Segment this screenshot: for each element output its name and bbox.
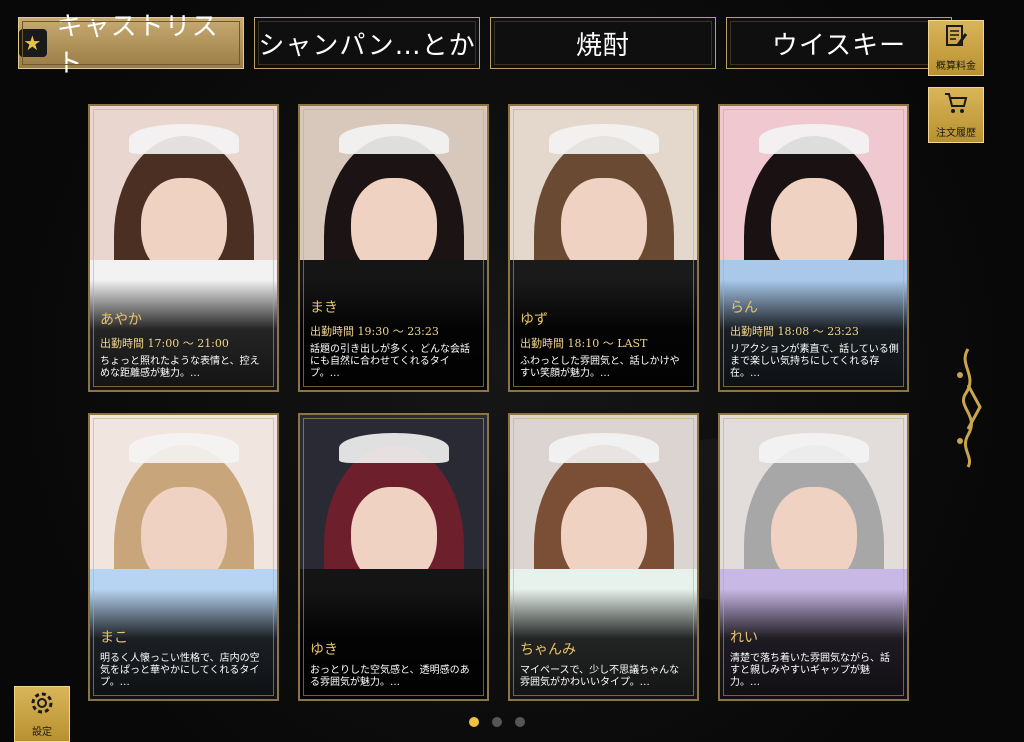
cast-card[interactable]: ゆず 出勤時間 18:10 〜 LAST ふわっとした雰囲気と、話しかけやすい笑…: [508, 104, 699, 392]
cast-card[interactable]: ちゃんみ マイペースで、少し不思議ちゃんな雰囲気がかわいいタイプ。…: [508, 413, 699, 701]
cast-name: ちゃんみ: [520, 642, 576, 658]
estimate-fee-button[interactable]: 概算料金: [928, 20, 984, 76]
cast-description: ふわっとした雰囲気と、話しかけやすい笑顔が魅力。…: [520, 356, 680, 379]
tab-label: シャンパン…とか: [258, 30, 476, 61]
settings-button[interactable]: 設定: [14, 686, 70, 742]
next-page-ornament-icon[interactable]: [952, 345, 984, 470]
cast-hours: 出勤時間 17:00 〜 21:00: [100, 337, 229, 350]
tab-shochu[interactable]: 焼酎: [490, 17, 716, 69]
page-dot-2[interactable]: [492, 717, 502, 727]
cast-card[interactable]: らん 出勤時間 18:08 〜 23:23 リアクションが素直で、話している側ま…: [718, 104, 909, 392]
cast-hours: 出勤時間 18:10 〜 LAST: [520, 337, 648, 350]
gear-icon: [28, 689, 56, 723]
cast-hours: 出勤時間 19:30 〜 23:23: [310, 325, 439, 338]
tab-champagne[interactable]: シャンパン…とか: [254, 17, 480, 69]
order-history-label: 注文履歴: [936, 128, 976, 139]
cast-description: 話題の引き出しが多く、どんな会話にも自然に合わせてくれるタイプ。…: [310, 344, 470, 379]
document-pen-icon: [943, 23, 969, 55]
settings-label: 設定: [32, 727, 52, 738]
cast-card[interactable]: まき 出勤時間 19:30 〜 23:23 話題の引き出しが多く、どんな会話にも…: [298, 104, 489, 392]
page-dot-1[interactable]: [469, 717, 479, 727]
tab-label: 焼酎: [575, 30, 630, 61]
cast-hours: 出勤時間 18:08 〜 23:23: [730, 325, 859, 338]
cast-name: らん: [730, 300, 758, 316]
cast-description: ちょっと照れたような表情と、控えめな距離感が魅力。…: [100, 356, 260, 379]
cast-name: ゆず: [520, 312, 548, 328]
cast-description: 明るく人懐っこい性格で、店内の空気をぱっと華やかにしてくれるタイプ。…: [100, 653, 260, 688]
category-tabs: ★ キャストリスト シャンパン…とか 焼酎 ウイスキー: [18, 12, 952, 79]
cart-icon: [943, 90, 969, 122]
star-icon: ★: [19, 29, 47, 57]
cast-name: まき: [310, 300, 338, 316]
cast-name: ゆき: [310, 642, 338, 658]
cast-description: マイペースで、少し不思議ちゃんな雰囲気がかわいいタイプ。…: [520, 665, 680, 688]
cast-card[interactable]: れい 清楚で落ち着いた雰囲気ながら、話すと親しみやすいギャップが魅力。…: [718, 413, 909, 701]
cast-description: おっとりした空気感と、透明感のある雰囲気が魅力。…: [310, 665, 470, 688]
cast-description: リアクションが素直で、話している側まで楽しい気持ちにしてくれる存在。…: [730, 344, 899, 379]
tab-cast-list[interactable]: ★ キャストリスト: [18, 12, 244, 79]
cast-card[interactable]: あやか 出勤時間 17:00 〜 21:00 ちょっと照れたような表情と、控えめ…: [88, 104, 279, 392]
page-dot-3[interactable]: [515, 717, 525, 727]
cast-name: れい: [730, 630, 758, 646]
order-history-button[interactable]: 注文履歴: [928, 87, 984, 143]
cast-card[interactable]: まこ 明るく人懐っこい性格で、店内の空気をぱっと華やかにしてくれるタイプ。…: [88, 413, 279, 701]
cast-description: 清楚で落ち着いた雰囲気ながら、話すと親しみやすいギャップが魅力。…: [730, 653, 890, 688]
pagination-dots: [469, 717, 525, 727]
tab-whisky[interactable]: ウイスキー: [726, 17, 952, 69]
estimate-fee-label: 概算料金: [936, 61, 976, 72]
cast-name: あやか: [100, 312, 142, 328]
tab-label: キャストリスト: [56, 12, 219, 79]
cast-name: まこ: [100, 630, 128, 646]
tab-label: ウイスキー: [771, 30, 907, 61]
cast-card[interactable]: ゆき おっとりした空気感と、透明感のある雰囲気が魅力。…: [298, 413, 489, 701]
